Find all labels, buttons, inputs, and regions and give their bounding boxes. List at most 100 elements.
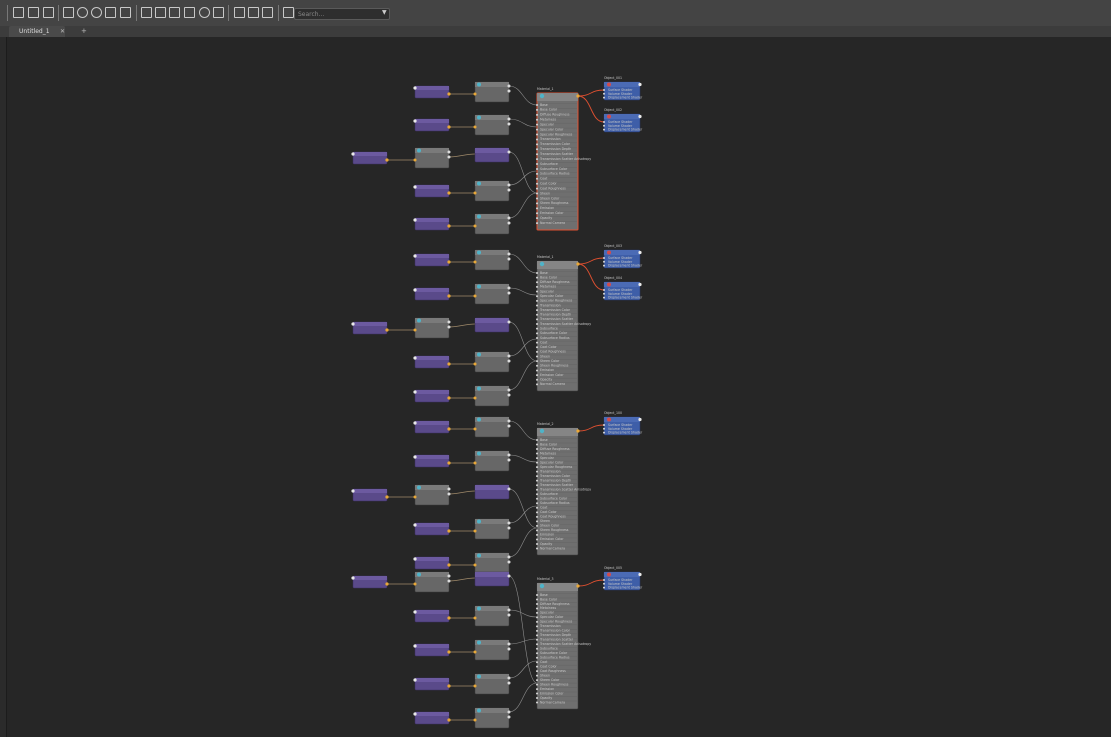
snap-icon[interactable] (234, 7, 245, 18)
list-icon[interactable] (155, 7, 166, 18)
material-attribute-label: Emission Color (540, 691, 564, 695)
texture-node[interactable] (413, 571, 451, 593)
shading-group-node[interactable]: Object_100Surface ShaderVolume ShaderDis… (603, 411, 643, 436)
material-node[interactable]: BaseBase ColorDiffuse RoughnessMetalness… (536, 260, 591, 392)
zoom-icon[interactable] (199, 7, 210, 18)
material-node[interactable]: BaseBase ColorDiffuse RoughnessMetalness… (536, 427, 591, 556)
file-node[interactable] (413, 85, 451, 99)
pin-icon[interactable] (213, 7, 224, 18)
render-icon[interactable] (262, 7, 273, 18)
material-title: Material_2 (537, 422, 554, 426)
file-node[interactable] (413, 355, 451, 369)
file-node[interactable] (413, 420, 451, 434)
bump-node[interactable] (474, 147, 511, 163)
material-attribute-label: Normal Camera (540, 546, 565, 550)
bump-node[interactable] (474, 317, 511, 333)
file-node[interactable] (413, 711, 451, 725)
texture-node[interactable] (473, 707, 511, 729)
connections-icon[interactable] (77, 7, 88, 18)
shading-group-node[interactable]: Object_005Surface ShaderVolume ShaderDis… (603, 566, 643, 591)
shader-network-group: BaseBase ColorDiffuse RoughnessMetalness… (351, 76, 643, 235)
file-node[interactable] (351, 151, 389, 165)
texture-node[interactable] (473, 213, 511, 235)
texture-node[interactable] (473, 81, 511, 103)
clear-icon[interactable] (91, 7, 102, 18)
tab-untitled[interactable]: Untitled_1 ✕ (9, 26, 65, 37)
texture-node[interactable] (413, 317, 451, 339)
texture-node[interactable] (473, 673, 511, 695)
file-node[interactable] (413, 556, 451, 570)
file-node[interactable] (413, 217, 451, 231)
texture-node[interactable] (473, 518, 511, 540)
file-node[interactable] (413, 253, 451, 267)
material-attribute-label: Metalness (540, 451, 556, 455)
shading-group-node[interactable]: Object_001Surface ShaderVolume ShaderDis… (603, 76, 643, 101)
texture-node[interactable] (473, 639, 511, 661)
texture-node[interactable] (473, 385, 511, 407)
material-attribute-label: Specular Roughness (540, 620, 573, 624)
texture-node[interactable] (473, 605, 511, 627)
material-node[interactable]: BaseBase ColorDiffuse RoughnessMetalness… (536, 582, 591, 710)
file-node[interactable] (413, 677, 451, 691)
material-attribute-label: Emission (540, 687, 554, 691)
swatch-icon[interactable] (248, 7, 259, 18)
file-node[interactable] (413, 454, 451, 468)
bump-node[interactable] (474, 571, 511, 587)
input-output-icon[interactable] (43, 7, 54, 18)
shader-network-group: BaseBase ColorDiffuse RoughnessMetalness… (351, 411, 643, 574)
material-attribute-label: Specular (540, 456, 555, 460)
material-attribute-label: Normal Camera (540, 700, 565, 704)
material-attribute-label: Sheen Color (540, 678, 560, 682)
close-icon[interactable]: ✕ (60, 26, 65, 37)
material-attribute-label: Sheen Color (540, 524, 560, 528)
file-node[interactable] (351, 488, 389, 502)
texture-node[interactable] (413, 147, 451, 169)
file-node[interactable] (351, 321, 389, 335)
arrange-icon[interactable] (105, 7, 116, 18)
grid-icon[interactable] (169, 7, 180, 18)
shading-group-node[interactable]: Object_003Surface ShaderVolume ShaderDis… (603, 244, 643, 269)
material-attribute-label: Opacity (540, 378, 552, 382)
file-node[interactable] (413, 184, 451, 198)
file-node[interactable] (351, 575, 389, 589)
select-icon[interactable] (63, 7, 74, 18)
table-icon[interactable] (184, 7, 195, 18)
texture-node[interactable] (473, 450, 511, 472)
search-input[interactable]: Search... (294, 8, 390, 20)
file-node[interactable] (413, 522, 451, 536)
add-tab-button[interactable]: + (81, 26, 87, 37)
graph-icon[interactable] (13, 7, 24, 18)
bump-node[interactable] (474, 484, 511, 500)
material-attribute-label: Coat Roughness (540, 186, 566, 190)
texture-node[interactable] (473, 283, 511, 305)
chevron-down-icon[interactable]: ▼ (382, 9, 387, 16)
shader-network-group: BaseBase ColorDiffuse RoughnessMetalness… (351, 566, 643, 729)
texture-node[interactable] (473, 180, 511, 202)
texture-node[interactable] (473, 114, 511, 136)
shading-group-node[interactable]: Object_004Surface ShaderVolume ShaderDis… (603, 276, 643, 301)
remove-icon[interactable] (120, 7, 131, 18)
tab-icon[interactable] (283, 7, 294, 18)
file-node[interactable] (413, 389, 451, 403)
material-node[interactable]: BaseBase ColorDiffuse RoughnessMetalness… (536, 92, 591, 231)
file-node[interactable] (413, 643, 451, 657)
texture-node[interactable] (473, 552, 511, 574)
layout-icon[interactable] (141, 7, 152, 18)
material-attribute-label: Specular Roughness (540, 132, 573, 136)
file-node[interactable] (413, 118, 451, 132)
texture-node[interactable] (473, 351, 511, 373)
material-attribute-label: Specular (540, 122, 555, 126)
texture-node[interactable] (473, 249, 511, 271)
material-attribute-label: Metalness (540, 285, 556, 289)
file-node[interactable] (413, 287, 451, 301)
frame-icon[interactable] (28, 7, 39, 18)
texture-node[interactable] (473, 416, 511, 438)
toolbar-separator (228, 5, 229, 21)
shading-group-title: Object_005 (604, 566, 622, 570)
file-node[interactable] (413, 609, 451, 623)
material-attribute-label: Transmission (539, 469, 561, 473)
shading-group-node[interactable]: Object_002Surface ShaderVolume ShaderDis… (603, 108, 643, 133)
node-graph[interactable]: BaseBase ColorDiffuse RoughnessMetalness… (7, 37, 1111, 737)
texture-node[interactable] (413, 484, 451, 506)
node-graph-canvas[interactable]: Base Base Color Diffuse Roughness Metalness… (6, 37, 1111, 737)
